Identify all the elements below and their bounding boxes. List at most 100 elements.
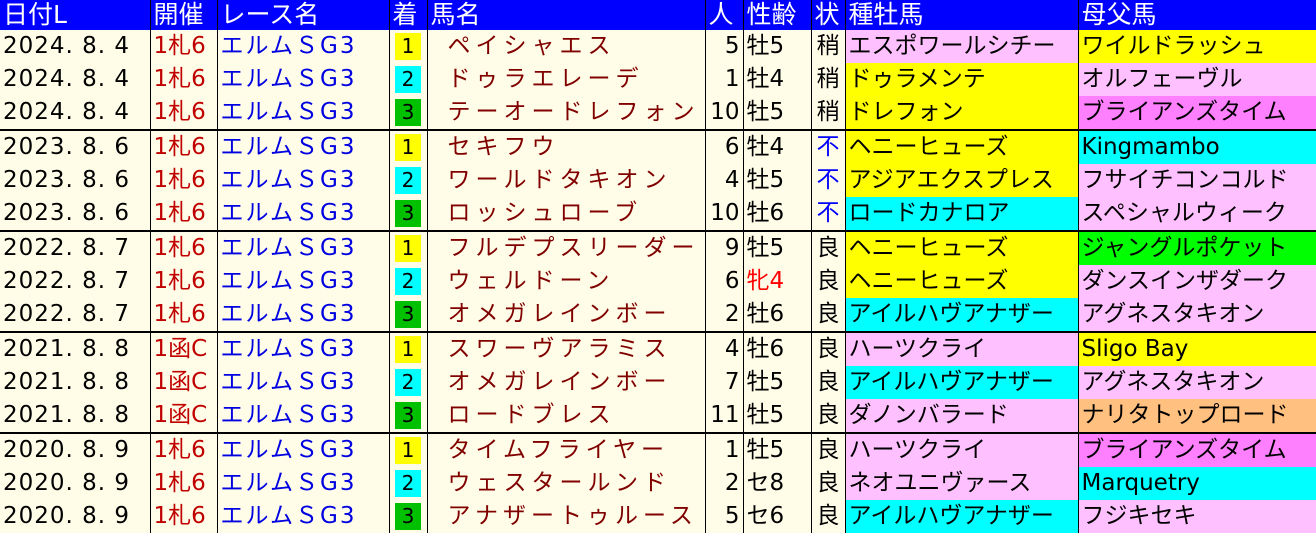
cell-date: 2023. 8. 6 xyxy=(0,129,150,164)
cell-date: 2021. 8. 8 xyxy=(0,331,150,366)
rank-badge: 3 xyxy=(395,200,421,227)
cell-track-condition: 良 xyxy=(810,399,845,433)
cell-track-condition: 良 xyxy=(810,467,845,500)
table-row: 2024. 8. 4 1札6 エルムＳG3 2 ドゥラエレーデ 1 牡4 稍ドゥラメンテ オルフ… xyxy=(0,63,1316,96)
table-row: 2022. 8. 7 1札6 エルムＳG3 2 ウェルドーン 6 牝4 良ヘニーヒューズ ダンス… xyxy=(0,265,1316,298)
rank-badge: 1 xyxy=(395,134,421,161)
cell-popularity: 11 xyxy=(704,399,743,433)
cell-sire: ドゥラメンテ xyxy=(844,63,1078,96)
cell-damsire: フジキセキ xyxy=(1077,500,1316,533)
header-horse[interactable]: 馬名 xyxy=(426,0,705,30)
cell-track-condition: 良 xyxy=(810,230,845,265)
table-row: 2021. 8. 8 1函C エルムＳG3 1 スワーヴアラミス 4 牡6 良ハーツクライ Sl… xyxy=(0,331,1316,366)
cell-popularity: 10 xyxy=(704,197,743,231)
cell-popularity: 4 xyxy=(704,164,743,197)
cell-damsire: ワイルドラッシュ xyxy=(1077,30,1316,63)
cell-horse-name: ワールドタキオン xyxy=(426,164,705,197)
cell-rank: 3 xyxy=(388,500,427,533)
cell-horse-name: セキフウ xyxy=(426,129,705,164)
cell-horse-name: アナザートゥルース xyxy=(426,500,705,533)
cell-date: 2022. 8. 7 xyxy=(0,230,150,265)
cell-venue: 1札6 xyxy=(149,298,217,332)
cell-horse-name: ロードブレス xyxy=(426,399,705,433)
table-row: 2021. 8. 8 1函C エルムＳG3 2 オメガレインボー 7 牡5 良アイルハヴアナザ… xyxy=(0,366,1316,399)
cell-popularity: 5 xyxy=(704,500,743,533)
cell-venue: 1札6 xyxy=(149,467,217,500)
cell-damsire: Marquetry xyxy=(1077,467,1316,500)
cell-sex-age: 牝4 xyxy=(742,265,811,298)
cell-race-name: エルムＳG3 xyxy=(216,366,389,399)
header-damsire[interactable]: 母父馬 xyxy=(1077,0,1316,30)
cell-horse-name: オメガレインボー xyxy=(426,298,705,332)
cell-sex-age: 牡4 xyxy=(742,63,811,96)
cell-damsire: ナリタトップロード xyxy=(1077,399,1316,433)
cell-popularity: 5 xyxy=(704,30,743,63)
cell-sire: ロードカナロア xyxy=(844,197,1078,231)
cell-track-condition: 良 xyxy=(810,265,845,298)
cell-popularity: 7 xyxy=(704,366,743,399)
cell-sex-age: 牡4 xyxy=(742,129,811,164)
header-popularity[interactable]: 人 xyxy=(704,0,743,30)
cell-track-condition: 良 xyxy=(810,432,845,467)
cell-sire: アイルハヴアナザー xyxy=(844,500,1078,533)
cell-sire: ヘニーヒューズ xyxy=(844,265,1078,298)
cell-race-name: エルムＳG3 xyxy=(216,331,389,366)
cell-popularity: 2 xyxy=(704,467,743,500)
cell-horse-name: スワーヴアラミス xyxy=(426,331,705,366)
cell-rank: 2 xyxy=(388,164,427,197)
cell-rank: 2 xyxy=(388,366,427,399)
header-track-condition[interactable]: 状 xyxy=(810,0,845,30)
cell-race-name: エルムＳG3 xyxy=(216,197,389,231)
cell-track-condition: 不 xyxy=(810,197,845,231)
header-date[interactable]: 日付L xyxy=(0,0,150,30)
cell-track-condition: 良 xyxy=(810,298,845,332)
cell-sire: アイルハヴアナザー xyxy=(844,366,1078,399)
cell-rank: 2 xyxy=(388,265,427,298)
table-row: 2020. 8. 9 1札6 エルムＳG3 3 アナザートゥルース 5 セ6 良アイルハヴアナ… xyxy=(0,500,1316,533)
header-venue[interactable]: 開催 xyxy=(149,0,217,30)
cell-track-condition: 稍 xyxy=(810,63,845,96)
cell-popularity: 1 xyxy=(704,432,743,467)
header-race[interactable]: レース名 xyxy=(216,0,389,30)
header-sire[interactable]: 種牡馬 xyxy=(844,0,1078,30)
results-table: 日付L 開催 レース名 着 馬名 人 性齢 状 種牡馬 母父馬 2024. 8.… xyxy=(0,0,1316,533)
cell-popularity: 1 xyxy=(704,63,743,96)
cell-race-name: エルムＳG3 xyxy=(216,96,389,130)
rank-badge: 2 xyxy=(395,268,421,295)
cell-rank: 1 xyxy=(388,432,427,467)
cell-venue: 1札6 xyxy=(149,96,217,130)
table-row: 2024. 8. 4 1札6 エルムＳG3 3 テーオードレフォン 10 牡5 稍ドレフォンブ… xyxy=(0,96,1316,130)
table-row: 2023. 8. 6 1札6 エルムＳG3 3 ロッシュローブ 10 牡6 不ロードカナロアス… xyxy=(0,197,1316,231)
cell-sire: ハーツクライ xyxy=(844,331,1078,366)
rank-badge: 3 xyxy=(395,99,421,126)
cell-track-condition: 稍 xyxy=(810,96,845,130)
cell-venue: 1札6 xyxy=(149,197,217,231)
cell-track-condition: 良 xyxy=(810,331,845,366)
cell-sex-age: 牡5 xyxy=(742,230,811,265)
cell-horse-name: フルデプスリーダー xyxy=(426,230,705,265)
cell-damsire: ブライアンズタイム xyxy=(1077,432,1316,467)
cell-sire: ハーツクライ xyxy=(844,432,1078,467)
cell-venue: 1札6 xyxy=(149,230,217,265)
header-rank[interactable]: 着 xyxy=(388,0,427,30)
cell-date: 2021. 8. 8 xyxy=(0,366,150,399)
cell-damsire: ジャングルポケット xyxy=(1077,230,1316,265)
cell-track-condition: 良 xyxy=(810,500,845,533)
cell-date: 2020. 8. 9 xyxy=(0,432,150,467)
cell-sire: アイルハヴアナザー xyxy=(844,298,1078,332)
cell-sire: ドレフォン xyxy=(844,96,1078,130)
cell-damsire: オルフェーヴル xyxy=(1077,63,1316,96)
cell-venue: 1札6 xyxy=(149,432,217,467)
cell-track-condition: 良 xyxy=(810,366,845,399)
cell-sex-age: セ6 xyxy=(742,500,811,533)
cell-damsire: アグネスタキオン xyxy=(1077,298,1316,332)
cell-damsire: スペシャルウィーク xyxy=(1077,197,1316,231)
cell-horse-name: ロッシュローブ xyxy=(426,197,705,231)
cell-sex-age: 牡6 xyxy=(742,298,811,332)
cell-sire: ヘニーヒューズ xyxy=(844,129,1078,164)
cell-rank: 1 xyxy=(388,230,427,265)
cell-horse-name: タイムフライヤー xyxy=(426,432,705,467)
header-sex-age[interactable]: 性齢 xyxy=(742,0,811,30)
cell-date: 2024. 8. 4 xyxy=(0,96,150,130)
cell-sex-age: 牡5 xyxy=(742,164,811,197)
